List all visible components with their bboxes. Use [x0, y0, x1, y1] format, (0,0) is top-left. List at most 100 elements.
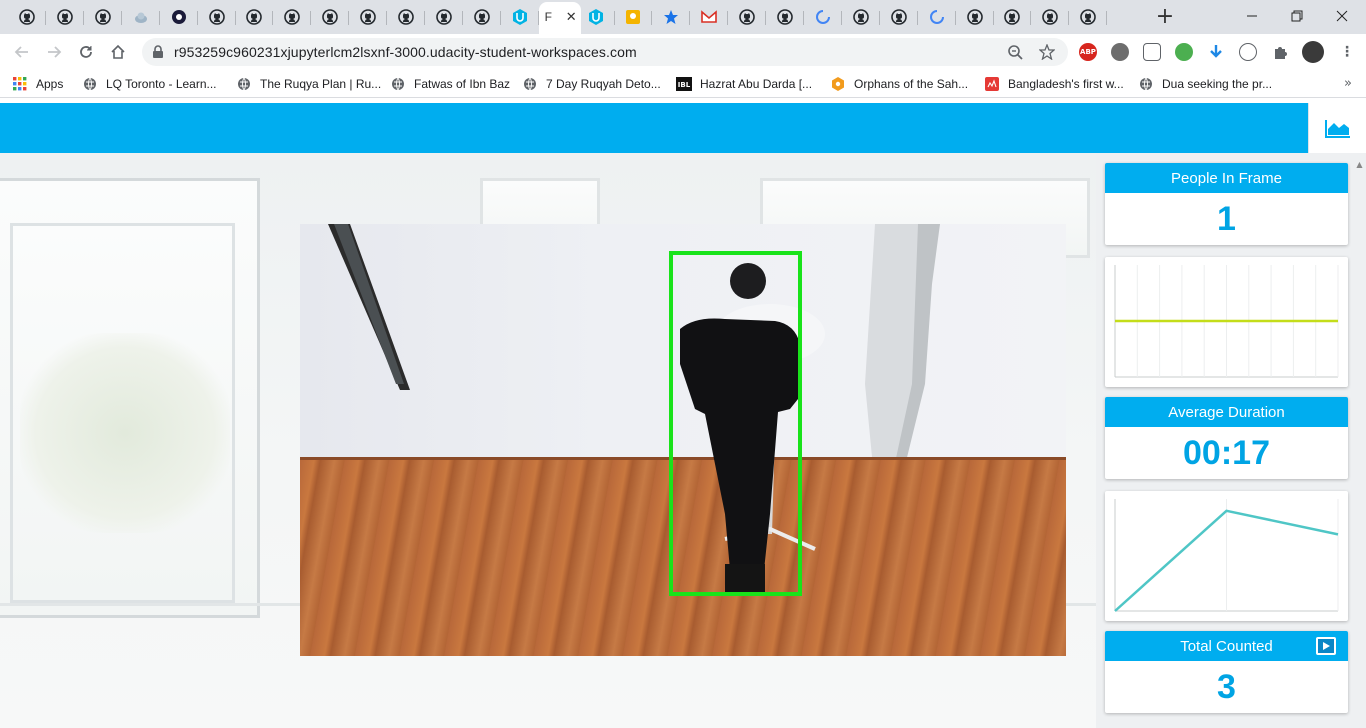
- pocket-icon[interactable]: [1143, 43, 1161, 61]
- tab[interactable]: [198, 4, 236, 30]
- background-image: [0, 153, 1096, 728]
- colorful-extension-icon[interactable]: [1175, 43, 1193, 61]
- bookmark-label: Bangladesh's first w...: [1008, 77, 1124, 91]
- bookmark-star-icon[interactable]: [1038, 43, 1056, 61]
- average-duration-card: Average Duration 00:17: [1105, 397, 1348, 479]
- tab[interactable]: [918, 4, 956, 30]
- bookmark-label: Hazrat Abu Darda [...: [700, 77, 813, 91]
- tab[interactable]: [690, 4, 729, 30]
- people-in-frame-value: 1: [1217, 199, 1236, 238]
- tab[interactable]: [728, 4, 767, 30]
- github-icon: [1004, 9, 1021, 25]
- bookmark-label: Fatwas of Ibn Baz: [414, 77, 511, 91]
- tab[interactable]: [766, 4, 804, 30]
- bookmark-label: Apps: [36, 77, 64, 91]
- bookmark-item[interactable]: The Ruqya Plan | Ru...: [236, 76, 381, 92]
- tab[interactable]: [614, 4, 653, 30]
- back-button[interactable]: [12, 42, 32, 62]
- bookmark-item[interactable]: Dua seeking the pr...: [1138, 76, 1272, 92]
- reload-button[interactable]: [76, 42, 96, 62]
- tab-active[interactable]: F ✕: [538, 2, 581, 34]
- code-extension-icon[interactable]: [1239, 43, 1257, 61]
- tab[interactable]: [311, 4, 350, 30]
- tab[interactable]: [652, 4, 691, 30]
- tab[interactable]: [84, 4, 122, 30]
- tab[interactable]: [273, 4, 312, 30]
- bookmark-item[interactable]: Fatwas of Ibn Baz: [390, 76, 510, 92]
- github-icon: [1080, 9, 1096, 25]
- total-counted-card: Total Counted 3: [1105, 631, 1348, 713]
- tab[interactable]: [993, 4, 1032, 30]
- github-icon: [966, 9, 983, 25]
- scrollbar-up-arrow[interactable]: ▲: [1353, 158, 1366, 170]
- zoom-icon[interactable]: [1006, 43, 1024, 61]
- restore-button[interactable]: [1285, 6, 1309, 26]
- tab[interactable]: [8, 4, 46, 30]
- github-icon: [322, 9, 338, 25]
- puzzle-icon[interactable]: [1271, 43, 1289, 61]
- bookmark-item[interactable]: LQ Toronto - Learn...: [82, 76, 217, 92]
- tab[interactable]: [842, 4, 880, 30]
- bookmark-label: Dua seeking the pr...: [1162, 77, 1273, 91]
- bookmark-item[interactable]: 7 Day Ruqyah Deto...: [522, 76, 661, 92]
- github-icon: [1042, 9, 1059, 25]
- bookmarks-bar: Apps LQ Toronto - Learn... The Ruqya Plan …: [0, 70, 1366, 98]
- lock-icon: [152, 44, 164, 63]
- duration-chart: [1114, 499, 1339, 612]
- home-button[interactable]: [108, 42, 128, 62]
- tab[interactable]: [235, 4, 274, 30]
- tab[interactable]: [501, 4, 539, 30]
- bookmark-label: The Ruqya Plan | Ru...: [260, 77, 382, 91]
- github-icon: [852, 9, 869, 25]
- average-duration-label: Average Duration: [1105, 397, 1348, 427]
- tab[interactable]: [160, 4, 198, 30]
- tab[interactable]: [880, 4, 918, 30]
- circle-logo-icon: [171, 9, 187, 25]
- tab[interactable]: [387, 4, 425, 30]
- average-duration-value: 00:17: [1183, 433, 1270, 472]
- tab-close-icon[interactable]: ✕: [566, 10, 577, 26]
- svg-text:IBL: IBL: [678, 81, 691, 89]
- restore-icon: [1291, 10, 1303, 22]
- close-window-button[interactable]: [1330, 6, 1354, 26]
- globe-icon: [82, 76, 98, 92]
- tab[interactable]: [425, 4, 463, 30]
- tab[interactable]: [1069, 4, 1108, 30]
- tab[interactable]: [804, 4, 842, 30]
- total-counted-label: Total Counted: [1105, 631, 1348, 661]
- bookmarks-overflow-icon[interactable]: »: [1344, 76, 1352, 91]
- extension-gear-icon[interactable]: [1111, 43, 1129, 61]
- github-icon: [398, 9, 414, 25]
- people-chart-card: [1105, 257, 1348, 387]
- play-button[interactable]: [1316, 637, 1336, 655]
- adblock-icon[interactable]: ABP: [1079, 43, 1097, 61]
- loading-icon: [815, 9, 831, 25]
- home-icon: [111, 44, 125, 59]
- duration-chart-card: [1105, 491, 1348, 621]
- download-arrow-icon[interactable]: [1207, 43, 1225, 61]
- tab[interactable]: [956, 4, 994, 30]
- udacity-icon: [512, 9, 528, 25]
- forward-button[interactable]: [44, 42, 64, 62]
- tab[interactable]: [463, 4, 501, 30]
- minimize-button[interactable]: [1240, 6, 1264, 26]
- avatar[interactable]: [1302, 41, 1324, 63]
- tab[interactable]: [577, 4, 615, 30]
- menu-dots-icon[interactable]: ⋮: [1338, 43, 1356, 61]
- bookmark-item[interactable]: Bangladesh's first w...: [984, 76, 1124, 92]
- github-icon: [777, 9, 793, 25]
- tab[interactable]: [46, 4, 84, 30]
- stats-toggle-button[interactable]: [1308, 103, 1366, 153]
- tab[interactable]: [122, 4, 160, 30]
- stats-panel: People In Frame 1 Average Duration 00:17…: [1096, 153, 1366, 728]
- address-bar[interactable]: r953259c960231xjupyterlcm2lsxnf-3000.uda…: [142, 38, 1068, 66]
- bookmark-item[interactable]: Orphans of the Sah...: [830, 76, 968, 92]
- tab[interactable]: [1031, 4, 1070, 30]
- bookmark-label: Orphans of the Sah...: [854, 77, 969, 91]
- tab[interactable]: [349, 4, 388, 30]
- reload-icon: [80, 46, 92, 58]
- bookmark-item[interactable]: Apps: [12, 76, 63, 92]
- star-icon: [663, 9, 679, 25]
- new-tab-button[interactable]: +: [1154, 6, 1176, 28]
- bookmark-item[interactable]: IBL Hazrat Abu Darda [...: [676, 76, 812, 92]
